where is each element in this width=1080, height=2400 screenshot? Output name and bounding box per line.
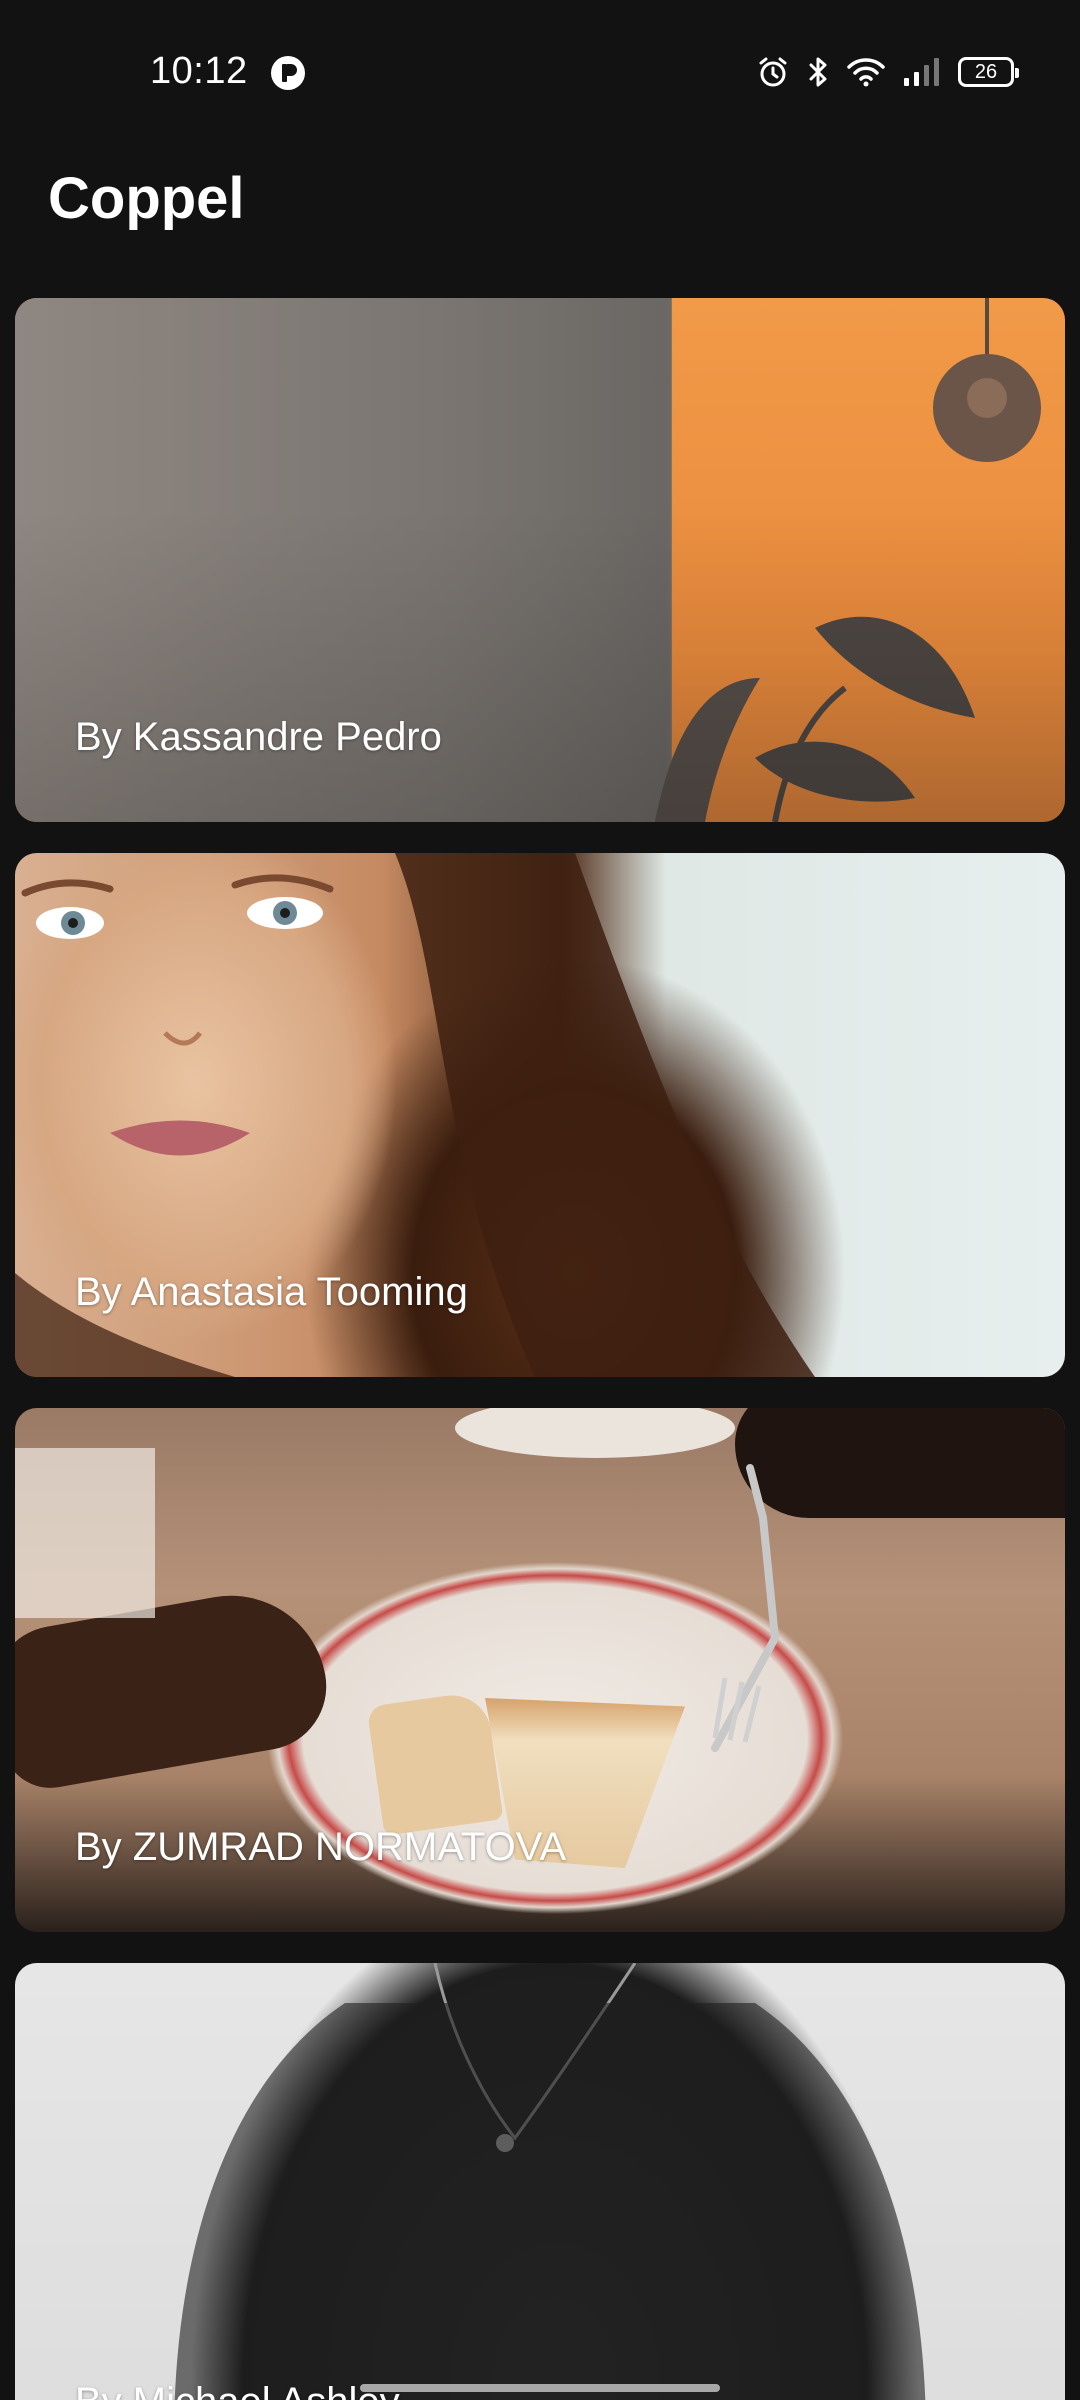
battery-icon: 26 xyxy=(958,57,1019,87)
photo-author: By Anastasia Tooming xyxy=(75,1270,468,1314)
photo-author: By Michael Ashley xyxy=(75,2380,400,2400)
photo-card[interactable]: By ZUMRAD NORMATOVA xyxy=(15,1408,1065,1932)
photo-author: By Kassandre Pedro xyxy=(75,715,442,759)
photo-author: By ZUMRAD NORMATOVA xyxy=(75,1825,567,1869)
photo-card[interactable]: By Kassandre Pedro xyxy=(15,298,1065,822)
status-icons: 26 xyxy=(756,52,1019,92)
app-title: Coppel xyxy=(48,166,245,231)
status-time: 10:12 xyxy=(150,50,248,92)
alarm-icon xyxy=(756,55,790,89)
photo-card[interactable]: By Anastasia Tooming xyxy=(15,853,1065,1377)
home-indicator[interactable] xyxy=(360,2384,720,2392)
screen: 10:12 26 Coppel By Kassandre Pedro By An… xyxy=(0,0,1080,2400)
photo-card[interactable]: By Michael Ashley xyxy=(15,1963,1065,2400)
wifi-icon xyxy=(846,56,886,88)
cellular-signal-icon xyxy=(902,56,942,88)
photo-feed[interactable]: By Kassandre Pedro By Anastasia Tooming … xyxy=(15,298,1065,2400)
photo-image xyxy=(15,1963,1065,2400)
status-bar: 10:12 26 xyxy=(0,0,1080,140)
bluetooth-icon xyxy=(806,55,830,89)
app-notification-icon xyxy=(270,55,306,91)
